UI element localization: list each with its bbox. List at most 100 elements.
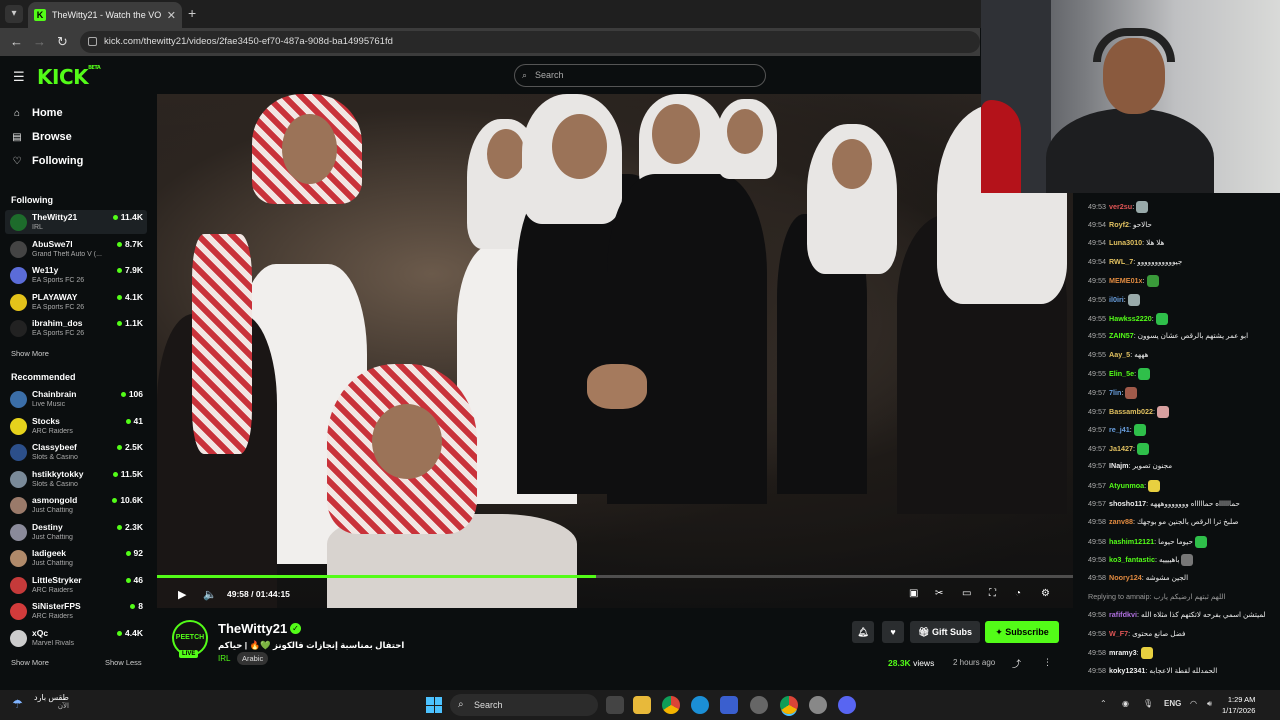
chat-username[interactable]: Atyunmoa [1109, 481, 1144, 490]
chrome-active-icon[interactable] [780, 696, 798, 714]
mic-icon[interactable]: 🎙︎ [1143, 699, 1153, 708]
site-info-icon[interactable] [88, 37, 97, 46]
sidebar-channel-destiny[interactable]: Destiny Just Chatting 2.3K [5, 520, 147, 544]
chat-username[interactable]: ko3_fantastic [1109, 555, 1155, 564]
sidebar-channel-abuswe7l[interactable]: AbuSwe7l Grand Theft Auto V (... 8.7K [5, 237, 147, 261]
forward-icon[interactable]: → [33, 34, 46, 49]
chat-message[interactable]: 49:58 Noory124: الجين مشوشه [1088, 573, 1276, 582]
chat-message[interactable]: 49:57 7lin: [1088, 387, 1276, 399]
wifi-icon[interactable]: ◠ [1190, 699, 1197, 708]
sidebar-channel-stocks[interactable]: Stocks ARC Raiders 41 [5, 414, 147, 438]
share-icon[interactable]: ⤴ [1012, 657, 1021, 670]
chat-username[interactable]: W_F7 [1109, 629, 1128, 638]
chat-username[interactable]: ZAIN57 [1109, 331, 1134, 340]
chat-message[interactable]: 49:58 rafifdkvi: لميتشن اسمي بفرحه لاتكته… [1088, 610, 1276, 619]
chat-message[interactable]: 49:55 Aay_5: هههه [1088, 350, 1276, 359]
url-field[interactable]: kick.com/thewitty21/videos/2fae3450-ef70… [80, 31, 980, 53]
chat-username[interactable]: Luna3010 [1109, 238, 1142, 247]
streamer-name[interactable]: TheWitty21 [218, 621, 287, 636]
new-tab-icon[interactable]: + [188, 5, 196, 21]
menu-icon[interactable]: ☰ [13, 69, 25, 85]
notifications-button[interactable]: 🔔︎ [852, 621, 874, 643]
edge-icon[interactable] [691, 696, 709, 714]
clock[interactable]: 1:29 AM 1/17/2026 [1222, 694, 1255, 716]
chat-message[interactable]: 49:58 koky12341: الحمدلله لقطة الاعجابه [1088, 666, 1276, 675]
chat-message[interactable]: 49:54 RWL_7: جيووووووووووو [1088, 257, 1276, 266]
store-icon[interactable] [720, 696, 738, 714]
speaker-icon[interactable]: 🔊︎ [1207, 699, 1212, 709]
chat-message[interactable]: 49:55 MEME01x: [1088, 275, 1276, 288]
chat-message[interactable]: 49:58 mramy3: [1088, 647, 1276, 660]
chat-username[interactable]: Ja1427 [1109, 444, 1133, 453]
chat-message[interactable]: 49:57 Ja1427: [1088, 442, 1276, 455]
discord-icon[interactable] [838, 696, 856, 714]
settings-icon[interactable]: ⚙ [1041, 588, 1050, 599]
sidebar-channel-xqc[interactable]: xQc Marvel Rivals 4.4K [5, 626, 147, 650]
chat-message[interactable]: 49:57 re_j41: [1088, 424, 1276, 437]
video-player[interactable]: ▶ 🔈 49:58 / 01:44:15 ▣ ✂ ▭ ⛶ ◔ ⚙ [157, 94, 1073, 608]
chat-message[interactable]: 49:54 Luna3010: هلا هلا [1088, 238, 1276, 247]
follow-button[interactable]: ♥ [882, 621, 904, 643]
chat-username[interactable]: zanv88 [1109, 517, 1133, 526]
chat-message[interactable]: 49:58 zanv88: صلبخ ترا الرقص بالجنين مو ب… [1088, 517, 1276, 526]
show-less-recommended[interactable]: Show Less [105, 658, 142, 667]
chat-message[interactable]: 49:58 hashim12121: حيوما حيوما [1088, 535, 1276, 548]
gift-subs-button[interactable]: 🎁︎ Gift Subs [910, 621, 980, 643]
more-options-icon[interactable]: ⋮ [1043, 657, 1052, 668]
chat-message[interactable]: 49:55 Elin_5e: [1088, 368, 1276, 381]
tray-chevron-icon[interactable]: ⌃ [1100, 699, 1107, 708]
task-view-icon[interactable] [606, 696, 624, 714]
show-more-following[interactable]: Show More [11, 349, 49, 358]
chat-username[interactable]: Bassamb022 [1109, 407, 1153, 416]
sidebar-channel-chainbrain[interactable]: Chainbrain Live Music 106 [5, 387, 147, 411]
speed-icon[interactable]: ◔ [1015, 588, 1021, 599]
chat-message[interactable]: 49:54 Royf2: حالاحو [1088, 220, 1276, 229]
theater-mode-icon[interactable]: ▭ [962, 588, 971, 599]
app-icon[interactable] [750, 696, 768, 714]
chat-username[interactable]: Elin_5e [1109, 369, 1134, 378]
network-icon[interactable]: ◉ [1122, 699, 1129, 708]
chat-username[interactable]: mramy3 [1109, 648, 1137, 657]
subscribe-button[interactable]: ✦ Subscribe [985, 621, 1059, 643]
chat-message[interactable]: 49:53 ver2su: [1088, 201, 1276, 213]
chat-username[interactable]: MEME01x [1109, 276, 1143, 285]
play-icon[interactable]: ▶ [178, 588, 186, 601]
search-input[interactable]: ⌕ Search [514, 64, 766, 87]
chat-username[interactable]: hashim12121 [1109, 537, 1154, 546]
sidebar-channel-we11y[interactable]: We11y EA Sports FC 26 7.9K [5, 263, 147, 287]
sidebar-channel-hstikkytokky[interactable]: hstikkytokky Slots & Casino 11.5K [5, 467, 147, 491]
kick-logo[interactable]: KICKBETA [37, 65, 101, 89]
chat-username[interactable]: il0iri [1109, 295, 1124, 304]
chat-message[interactable]: 49:57 Atyunmoa: [1088, 480, 1276, 492]
clip-icon[interactable]: ✂ [935, 588, 943, 599]
sidebar-channel-ladigeek[interactable]: ladigeek Just Chatting 92 [5, 546, 147, 570]
browser-tab[interactable]: K TheWitty21 - Watch the VOD o... ✕ [28, 2, 182, 28]
close-tab-icon[interactable]: ✕ [167, 9, 176, 22]
sidebar-item-following[interactable]: ♡ Following [11, 155, 84, 167]
chat-username[interactable]: 7lin [1109, 388, 1121, 397]
pip-icon[interactable]: ▣ [909, 588, 918, 599]
weather-widget[interactable]: طقس بارد الآن [34, 693, 69, 710]
chat-message[interactable]: Replying to amnaip: اللهم ثبتهم ارضيكم ي… [1088, 592, 1276, 601]
chat-username[interactable]: Aay_5 [1109, 350, 1130, 359]
chat-message[interactable]: 49:55 il0iri: [1088, 294, 1276, 306]
chat-message[interactable]: 49:58 ko3_fantastic: باهييييه [1088, 554, 1276, 567]
file-explorer-icon[interactable] [633, 696, 651, 714]
sidebar-channel-thewitty21[interactable]: TheWitty21 IRL 11.4K [5, 210, 147, 234]
back-icon[interactable]: ← [10, 34, 23, 49]
volume-icon[interactable]: 🔈 [203, 588, 217, 601]
sidebar-channel-littlestryker[interactable]: LittleStryker ARC Raiders 46 [5, 573, 147, 597]
chat-message[interactable]: 49:57 INajm: مجنون تصوير [1088, 461, 1276, 470]
category-link[interactable]: IRL [218, 654, 230, 663]
chat-username[interactable]: ver2su [1109, 202, 1132, 211]
chat-message[interactable]: 49:58 W_F7: فضل صانع محتوى [1088, 629, 1276, 638]
reload-icon[interactable]: ↻ [57, 34, 68, 50]
sidebar-item-home[interactable]: ⌂ Home [11, 107, 63, 119]
chat-username[interactable]: Noory124 [1109, 573, 1142, 582]
sidebar-channel-classybeef[interactable]: Classybeef Slots & Casino 2.5K [5, 440, 147, 464]
tab-search-icon[interactable]: ▾ [5, 5, 23, 23]
sidebar-channel-sinisterfps[interactable]: SiNisterFPS ARC Raiders 8 [5, 599, 147, 623]
chat-message[interactable]: 49:55 ZAIN57: ابو عمر يشتهم بالرقص عشان ي… [1088, 331, 1276, 340]
chat-username[interactable]: RWL_7 [1109, 257, 1133, 266]
chat-username[interactable]: shosho117 [1109, 499, 1146, 508]
